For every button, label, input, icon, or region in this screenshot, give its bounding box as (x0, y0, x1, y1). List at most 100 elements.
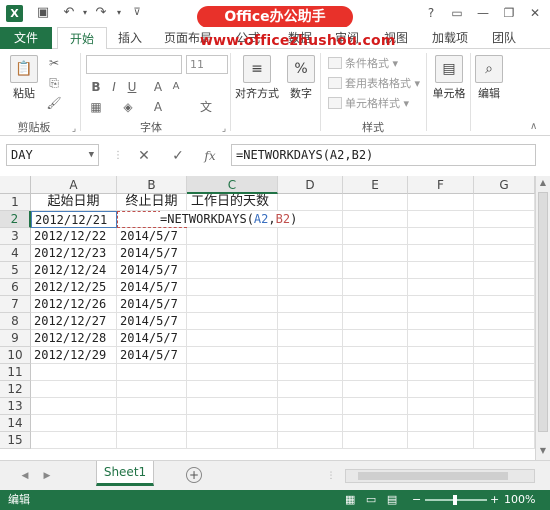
cell-a10[interactable]: 2012/12/29 (31, 347, 117, 364)
cell-g9[interactable] (474, 330, 535, 347)
cell-f10[interactable] (408, 347, 474, 364)
format-painter-icon[interactable]: 🖌 (46, 95, 62, 111)
row-header-6[interactable]: 6 (0, 279, 31, 296)
cell-e2[interactable] (343, 211, 408, 228)
column-header-a[interactable]: A (31, 176, 117, 194)
chevron-down-icon[interactable]: ▼ (89, 145, 94, 165)
cell-a2[interactable]: 2012/12/21 (31, 211, 117, 228)
fill-color-icon[interactable]: ◈ (120, 99, 136, 115)
cell-d10[interactable] (278, 347, 343, 364)
cell-d1[interactable] (278, 194, 343, 211)
cell-a3[interactable]: 2012/12/22 (31, 228, 117, 245)
cell-b3[interactable]: 2014/5/7 (117, 228, 187, 245)
row-header-11[interactable]: 11 (0, 364, 31, 381)
cell-b4[interactable]: 2014/5/7 (117, 245, 187, 262)
cell-b8[interactable]: 2014/5/7 (117, 313, 187, 330)
cell-d14[interactable] (278, 415, 343, 432)
tab-home[interactable]: 开始 (57, 27, 107, 50)
cell-a7[interactable]: 2012/12/26 (31, 296, 117, 313)
row-header-2[interactable]: 2 (0, 211, 31, 228)
cell-g2[interactable] (474, 211, 535, 228)
row-header-15[interactable]: 15 (0, 432, 31, 449)
cell-d9[interactable] (278, 330, 343, 347)
tab-insert[interactable]: 插入 (110, 27, 150, 49)
cell-f3[interactable] (408, 228, 474, 245)
cell-f9[interactable] (408, 330, 474, 347)
cell-g13[interactable] (474, 398, 535, 415)
column-header-c[interactable]: C (187, 176, 278, 194)
cell-g14[interactable] (474, 415, 535, 432)
cell-g5[interactable] (474, 262, 535, 279)
font-color-icon[interactable]: A (150, 99, 166, 115)
cell-c15[interactable] (187, 432, 278, 449)
row-header-3[interactable]: 3 (0, 228, 31, 245)
cell-e4[interactable] (343, 245, 408, 262)
cell-a9[interactable]: 2012/12/28 (31, 330, 117, 347)
customize-qat-icon[interactable]: ⊽ (128, 4, 146, 22)
cell-d11[interactable] (278, 364, 343, 381)
tab-file[interactable]: 文件 (0, 27, 52, 49)
cell-c7[interactable] (187, 296, 278, 313)
ribbon-display-icon[interactable]: ▭ (447, 4, 467, 22)
scroll-down-icon[interactable]: ▼ (536, 446, 550, 455)
cell-b1[interactable]: 终止日期 (117, 194, 187, 211)
cell-b10[interactable]: 2014/5/7 (117, 347, 187, 364)
cut-icon[interactable]: ✂ (46, 55, 62, 71)
column-header-g[interactable]: G (474, 176, 535, 194)
cell-d13[interactable] (278, 398, 343, 415)
row-header-4[interactable]: 4 (0, 245, 31, 262)
grow-font-icon[interactable]: A (150, 79, 166, 95)
restore-icon[interactable]: ❐ (499, 4, 519, 22)
cell-b12[interactable] (117, 381, 187, 398)
cell-d12[interactable] (278, 381, 343, 398)
cell-a5[interactable]: 2012/12/24 (31, 262, 117, 279)
cell-f14[interactable] (408, 415, 474, 432)
cell-c12[interactable] (187, 381, 278, 398)
save-icon[interactable]: ▣ (34, 4, 52, 22)
row-header-8[interactable]: 8 (0, 313, 31, 330)
collapse-ribbon-icon[interactable]: ∧ (530, 121, 537, 132)
cell-g12[interactable] (474, 381, 535, 398)
cell-e12[interactable] (343, 381, 408, 398)
cell-f13[interactable] (408, 398, 474, 415)
cell-c1[interactable]: 工作日的天数 (187, 194, 278, 211)
cell-style-button[interactable]: 单元格样式 ▾ (328, 95, 409, 113)
conditional-format-button[interactable]: 条件格式 ▾ (328, 55, 398, 73)
cell-d7[interactable] (278, 296, 343, 313)
cell-c5[interactable] (187, 262, 278, 279)
cell-f4[interactable] (408, 245, 474, 262)
shrink-font-icon[interactable]: A (168, 79, 184, 95)
cell-g4[interactable] (474, 245, 535, 262)
cell-b13[interactable] (117, 398, 187, 415)
cell-b14[interactable] (117, 415, 187, 432)
cell-e14[interactable] (343, 415, 408, 432)
cell-a11[interactable] (31, 364, 117, 381)
cell-d4[interactable] (278, 245, 343, 262)
cancel-icon[interactable]: ✕ (134, 148, 154, 164)
cell-c10[interactable] (187, 347, 278, 364)
cell-e9[interactable] (343, 330, 408, 347)
cell-g11[interactable] (474, 364, 535, 381)
row-header-10[interactable]: 10 (0, 347, 31, 364)
vertical-scrollbar[interactable]: ▲ ▼ (535, 176, 550, 460)
cell-e15[interactable] (343, 432, 408, 449)
cell-f7[interactable] (408, 296, 474, 313)
cell-g6[interactable] (474, 279, 535, 296)
cell-d15[interactable] (278, 432, 343, 449)
cell-g3[interactable] (474, 228, 535, 245)
underline-icon[interactable]: U (124, 79, 140, 95)
cell-f1[interactable] (408, 194, 474, 211)
cell-e7[interactable] (343, 296, 408, 313)
row-header-1[interactable]: 1 (0, 194, 31, 211)
horizontal-scroll-thumb[interactable] (358, 472, 508, 480)
border-icon[interactable]: ▦ (88, 99, 104, 115)
horizontal-scrollbar[interactable] (345, 469, 535, 483)
page-layout-view-icon[interactable]: ▭ (366, 493, 376, 506)
font-name-combo[interactable] (86, 55, 182, 74)
row-header-14[interactable]: 14 (0, 415, 31, 432)
formula-input[interactable]: =NETWORKDAYS(A2,B2) (231, 144, 536, 166)
cell-b7[interactable]: 2014/5/7 (117, 296, 187, 313)
row-header-9[interactable]: 9 (0, 330, 31, 347)
cell-e3[interactable] (343, 228, 408, 245)
cell-b15[interactable] (117, 432, 187, 449)
